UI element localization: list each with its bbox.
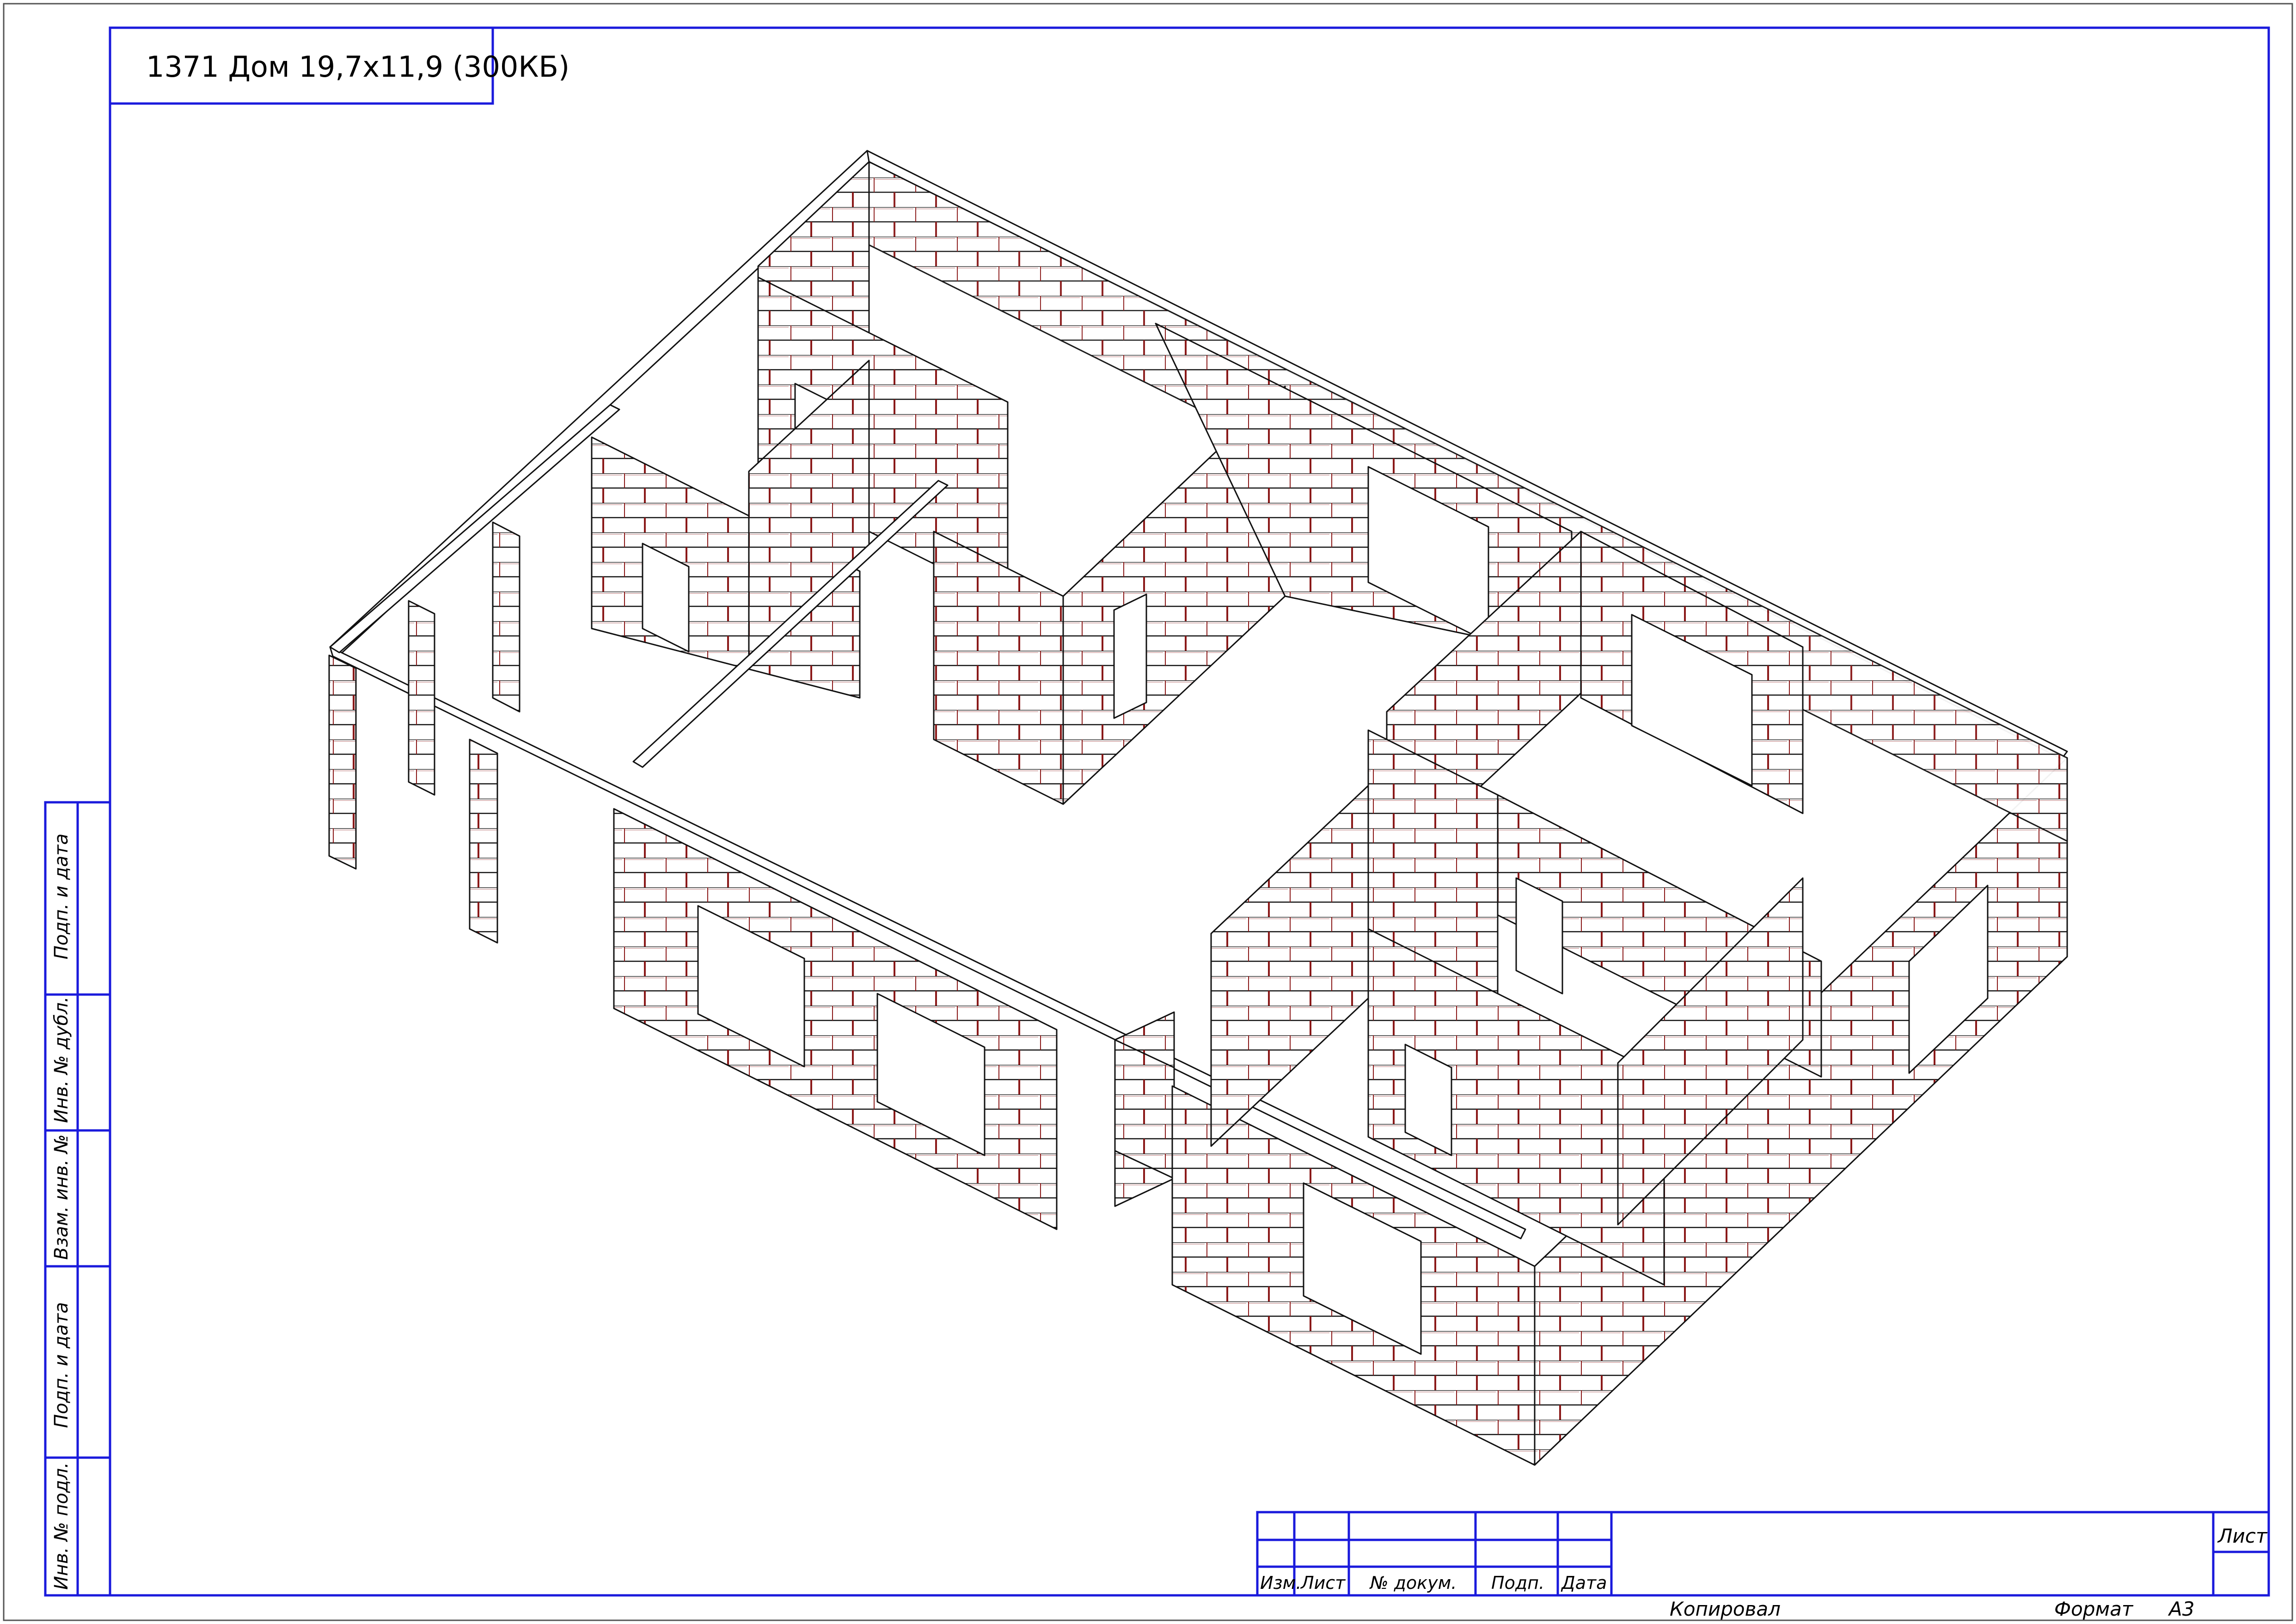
format-value: А3 [2167, 1598, 2194, 1620]
col-sign: Подп. [1491, 1573, 1544, 1593]
stamp-field-replace-inv: Взам. инв. № [51, 1134, 72, 1260]
front-left-wall [613, 808, 1058, 1230]
title-box: 1371 Дом 19,7x11,9 (300КБ) [109, 26, 569, 105]
col-date: Дата [1561, 1573, 1607, 1593]
copied-label: Копировал [1670, 1598, 1781, 1620]
stamp-field-sign-date-1: Подп. и дата [51, 834, 72, 959]
drawing-frame [109, 26, 2270, 1597]
col-list: Лист [1300, 1573, 1346, 1593]
stamp-field-orig-inv: Инв. № подл. [51, 1462, 72, 1590]
stamp-field-dup-inv: Инв. № дубл. [51, 996, 72, 1123]
col-izm: Изм. [1260, 1573, 1301, 1593]
format-label: Формат [2054, 1598, 2134, 1620]
drawing-sheet: 1371 Дом 19,7x11,9 (300КБ) Подп. и дата … [3, 3, 2293, 1621]
front-middle-wall [1114, 1011, 1175, 1207]
house-isometric [328, 150, 2068, 1466]
sheet-label: Лист [2217, 1525, 2268, 1547]
drawing-title: 1371 Дом 19,7x11,9 (300КБ) [146, 50, 569, 84]
stamp-field-sign-date-2: Подп. и дата [51, 1302, 72, 1428]
col-doc-num: № докум. [1369, 1573, 1457, 1593]
